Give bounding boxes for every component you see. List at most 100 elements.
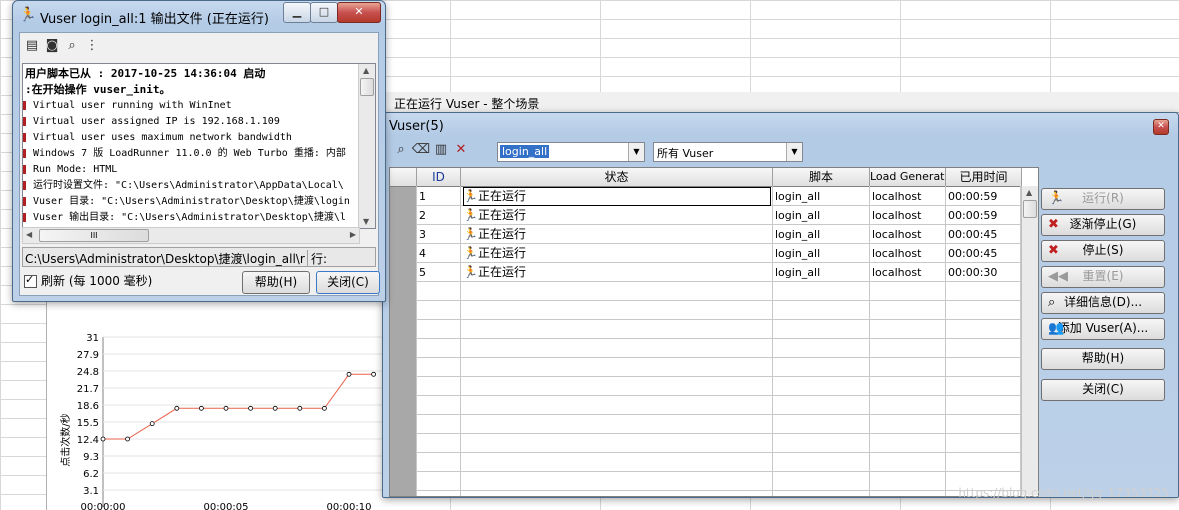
log-line: Virtual user assigned IP is 192.168.1.10… bbox=[23, 114, 359, 130]
cell-load-generator: localhost bbox=[872, 247, 922, 260]
cell-status: 🏃正在运行 bbox=[463, 263, 771, 282]
cell-script: login_all bbox=[775, 190, 821, 203]
grid-row-line bbox=[417, 490, 1021, 491]
scroll-right-icon[interactable]: ▶ bbox=[350, 230, 356, 239]
log-line: Windows 7 版 LoadRunner 11.0.0 的 Web Turb… bbox=[23, 146, 359, 162]
output-log[interactable]: 用户脚本已从 : 2017-10-25 14:36:04 启动:在开始操作 vu… bbox=[22, 63, 376, 229]
column-load-generator[interactable]: Load Generator bbox=[870, 168, 946, 187]
details-button-label: 详细信息(D)... bbox=[1063, 295, 1143, 309]
log-line: Vuser 输出目录: "C:\Users\Administrator\Desk… bbox=[23, 210, 359, 226]
data-point bbox=[248, 405, 254, 411]
grid-row-line bbox=[417, 433, 1021, 434]
scroll-down-icon[interactable]: ▼ bbox=[363, 217, 369, 226]
gradual-stop-button[interactable]: ✖ 逐渐停止(G) bbox=[1041, 214, 1165, 236]
cell-id: 1 bbox=[419, 190, 426, 203]
scroll-up-icon[interactable]: ▲ bbox=[1026, 188, 1032, 197]
stop-icon: ✖ bbox=[1048, 243, 1059, 258]
log-vertical-scrollbar[interactable]: ▲ ▼ bbox=[358, 64, 375, 228]
log-hscroll-thumb[interactable]: III bbox=[39, 229, 149, 242]
status-text: 正在运行 bbox=[477, 227, 526, 241]
x-tick-label: 00:00:05 bbox=[204, 502, 249, 510]
vuser-window[interactable]: Vuser(5) ✕ ⌕ ⌫ ▥ ✕ login_all ▼ 所有 Vuser ▼ I… bbox=[382, 112, 1179, 498]
grid-column-line bbox=[460, 186, 461, 496]
stop-icon[interactable]: ✕ bbox=[451, 141, 471, 159]
log-line: Virtual user running with WinInet bbox=[23, 98, 359, 114]
data-point bbox=[174, 405, 180, 411]
row-header-column bbox=[390, 186, 416, 496]
maximize-button[interactable]: □ bbox=[310, 2, 338, 23]
data-point bbox=[321, 405, 327, 411]
vuser-toolbar: ⌕ ⌫ ▥ ✕ bbox=[391, 141, 471, 163]
close-button[interactable]: 关闭(C) bbox=[316, 271, 380, 294]
details-button[interactable]: ⌕ 详细信息(D)... bbox=[1041, 292, 1165, 314]
status-path-bar: C:\Users\Administrator\Desktop\捷渡\login_… bbox=[22, 247, 376, 267]
grid-vscroll-thumb[interactable] bbox=[1023, 200, 1037, 218]
data-point bbox=[297, 405, 303, 411]
column-script[interactable]: 脚本 bbox=[773, 168, 870, 187]
grid-row-line bbox=[417, 357, 1021, 358]
camera-icon[interactable]: ◙ bbox=[42, 37, 62, 55]
data-point bbox=[198, 405, 204, 411]
cell-id: 5 bbox=[419, 266, 426, 279]
grid-row-line bbox=[417, 319, 1021, 320]
log-vscroll-thumb[interactable] bbox=[360, 78, 374, 96]
reset-button-label: 重置(E) bbox=[1082, 269, 1124, 283]
cell-script: login_all bbox=[775, 247, 821, 260]
reset-button[interactable]: ◀◀ 重置(E) bbox=[1041, 266, 1165, 288]
run-button[interactable]: 🏃 运行(R) bbox=[1041, 188, 1165, 210]
column-elapsed[interactable]: 已用时间 bbox=[946, 168, 1022, 187]
cell-elapsed: 00:00:59 bbox=[948, 209, 998, 222]
find-icon[interactable]: ⌕ bbox=[62, 37, 82, 55]
data-point bbox=[371, 371, 377, 377]
stop-button[interactable]: ✖ 停止(S) bbox=[1041, 240, 1165, 262]
grid-row-line bbox=[417, 376, 1021, 377]
vuser-window-titlebar[interactable]: Vuser(5) ✕ bbox=[383, 113, 1178, 139]
data-point bbox=[272, 405, 278, 411]
chevron-down-icon[interactable]: ▼ bbox=[786, 143, 802, 161]
scroll-left-icon[interactable]: ◀ bbox=[26, 230, 32, 239]
close-window-button[interactable]: ✕ bbox=[337, 2, 381, 23]
close-button[interactable]: 关闭(C) bbox=[1041, 379, 1165, 401]
running-icon: 🏃 bbox=[463, 208, 478, 222]
log-line: 运行时设置文件: "C:\Users\Administrator\AppData… bbox=[23, 178, 359, 194]
grid-vertical-scrollbar[interactable]: ▲ bbox=[1021, 186, 1038, 495]
log-horizontal-scrollbar[interactable]: ◀ III ▶ bbox=[22, 227, 360, 244]
cell-status: 🏃正在运行 bbox=[463, 206, 771, 225]
tree-view-icon[interactable]: ⋮ bbox=[82, 37, 102, 55]
refresh-checkbox[interactable] bbox=[24, 273, 37, 288]
vuser-close-icon[interactable]: ✕ bbox=[1153, 119, 1169, 135]
add-vuser-button[interactable]: 👥 添加 Vuser(A)... bbox=[1041, 318, 1165, 340]
find-vuser-icon[interactable]: ⌕ bbox=[391, 141, 411, 159]
chevron-down-icon[interactable]: ▼ bbox=[628, 143, 644, 161]
output-window-client: ▤ ◙ ⌕ ⋮ 用户脚本已从 : 2017-10-25 14:36:04 启动:在开始… bbox=[19, 32, 380, 296]
grid-column-line bbox=[945, 186, 946, 496]
scroll-up-icon[interactable]: ▲ bbox=[363, 66, 369, 75]
erase-icon[interactable]: ⌫ bbox=[411, 141, 431, 159]
y-tick-label: 15.5 bbox=[77, 418, 99, 429]
vuser-output-window[interactable]: 🏃 Vuser login_all:1 输出文件 (正在运行) ▁ □ ✕ ▤ ◙… bbox=[12, 0, 386, 302]
vuser-grid[interactable]: ID 状态 脚本 Load Generator 已用时间 1🏃正在运行login… bbox=[389, 167, 1039, 497]
grid-column-line bbox=[416, 186, 417, 496]
log-line: Run Mode: HTML bbox=[23, 162, 359, 178]
grid-row-line bbox=[417, 414, 1021, 415]
help-button[interactable]: 帮助(H) bbox=[242, 271, 310, 294]
output-window-titlebar[interactable]: 🏃 Vuser login_all:1 输出文件 (正在运行) ▁ □ ✕ bbox=[13, 1, 385, 31]
column-status[interactable]: 状态 bbox=[461, 168, 773, 187]
grid-column-line bbox=[869, 186, 870, 496]
data-point bbox=[346, 371, 352, 377]
output-view-icon[interactable]: ▤ bbox=[22, 37, 42, 55]
cell-elapsed: 00:00:45 bbox=[948, 228, 998, 241]
cell-load-generator: localhost bbox=[872, 209, 922, 222]
group-filter-select[interactable]: login_all ▼ bbox=[497, 142, 645, 162]
minimize-button[interactable]: ▁ bbox=[283, 2, 311, 23]
status-text: 正在运行 bbox=[477, 208, 526, 222]
data-point bbox=[149, 421, 155, 427]
vuser-filter-select[interactable]: 所有 Vuser ▼ bbox=[653, 142, 803, 162]
help-button[interactable]: 帮助(H) bbox=[1041, 348, 1165, 370]
log-icon[interactable]: ▥ bbox=[431, 141, 451, 159]
column-id[interactable]: ID bbox=[417, 168, 461, 187]
running-icon: 🏃 bbox=[463, 189, 478, 203]
refresh-option[interactable]: 刷新 (每 1000 毫秒) bbox=[24, 272, 152, 289]
grid-row-line bbox=[417, 452, 1021, 453]
running-icon: 🏃 bbox=[463, 265, 478, 279]
